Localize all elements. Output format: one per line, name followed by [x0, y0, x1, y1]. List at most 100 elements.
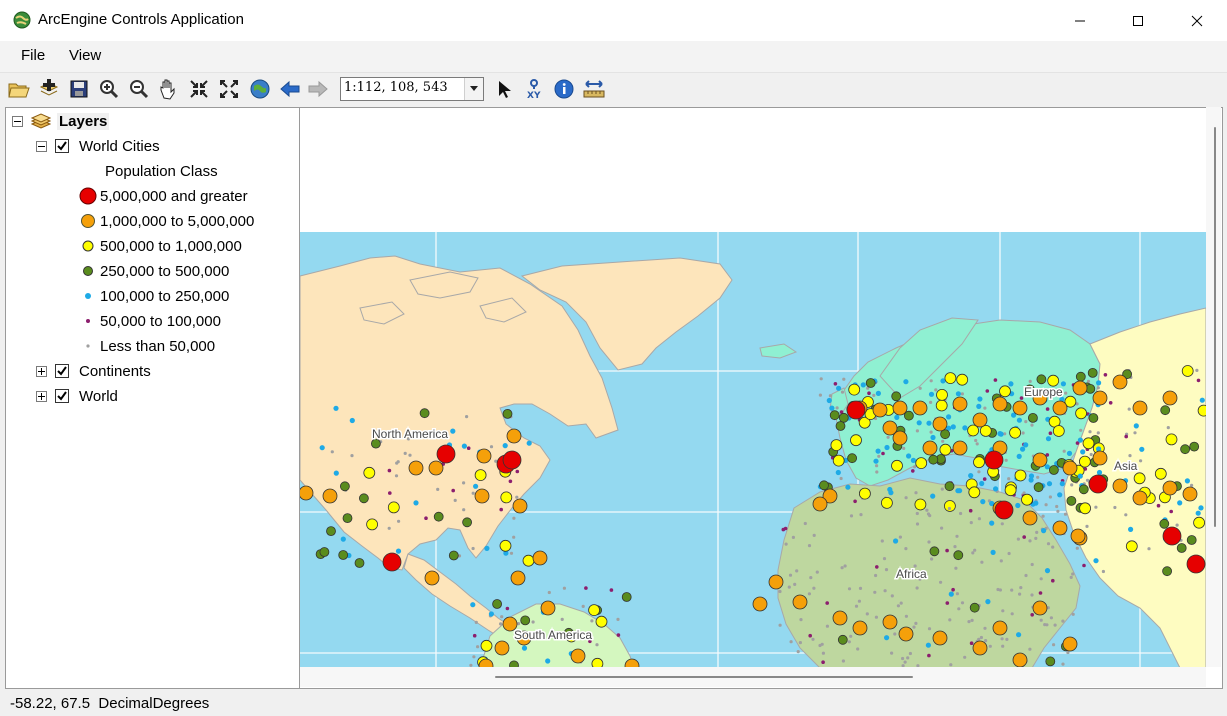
- city-point: [1088, 430, 1092, 434]
- toc-layer-world-cities[interactable]: World Cities: [36, 135, 160, 157]
- go-to-xy-button[interactable]: XY: [522, 77, 546, 101]
- continents-label: Continents: [79, 362, 151, 380]
- toc-layer-world[interactable]: World: [36, 385, 118, 407]
- city-point: [1147, 547, 1151, 551]
- toc-layer-continents[interactable]: Continents: [36, 360, 151, 382]
- city-point: [812, 496, 828, 512]
- city-point: [1052, 400, 1068, 416]
- city-point: [935, 399, 948, 412]
- scale-dropdown-button[interactable]: [464, 78, 483, 100]
- city-point: [990, 549, 996, 555]
- city-point: [842, 377, 846, 381]
- city-point: [875, 464, 879, 468]
- vertical-scroll-thumb[interactable]: [1214, 127, 1216, 527]
- city-point: [977, 637, 981, 641]
- measure-button[interactable]: [582, 77, 606, 101]
- legend-item: 50,000 to 100,000: [76, 310, 221, 332]
- city-point: [453, 498, 457, 502]
- city-point: [1028, 379, 1032, 383]
- legend-symbol-gray-dot: [76, 335, 100, 357]
- city-point: [510, 570, 526, 586]
- city-point: [609, 588, 614, 592]
- city-point: [915, 522, 920, 526]
- map-canvas[interactable]: North America Europe Asia Africa South A…: [300, 108, 1206, 668]
- city-point: [1075, 407, 1087, 420]
- city-point: [867, 391, 871, 396]
- city-point: [616, 617, 620, 621]
- city-point: [1093, 558, 1099, 564]
- city-point: [957, 607, 961, 611]
- add-data-button[interactable]: [37, 77, 61, 101]
- map-vertical-scrollbar[interactable]: [1206, 107, 1221, 667]
- city-point: [1041, 528, 1047, 534]
- city-point: [859, 513, 863, 517]
- fixed-zoom-in-button[interactable]: [187, 77, 211, 101]
- city-point: [1045, 623, 1049, 627]
- city-point: [462, 508, 466, 512]
- legend-label: 500,000 to 1,000,000: [100, 237, 242, 255]
- world-cities-checkbox[interactable]: [55, 139, 69, 153]
- save-button[interactable]: [67, 77, 91, 101]
- city-point: [914, 621, 918, 626]
- city-point: [531, 620, 535, 624]
- city-point: [994, 500, 1014, 520]
- map-horizontal-scrollbar[interactable]: [300, 667, 1206, 687]
- maximize-button[interactable]: [1109, 0, 1167, 41]
- fixed-zoom-out-button[interactable]: [217, 77, 241, 101]
- collapse-layers-toggle[interactable]: [12, 115, 23, 127]
- city-point: [954, 566, 958, 570]
- city-point: [788, 573, 793, 577]
- city-point: [910, 457, 917, 463]
- menu-file[interactable]: File: [21, 47, 45, 64]
- forward-button[interactable]: [306, 77, 330, 101]
- expand-continents-toggle[interactable]: [36, 365, 47, 377]
- collapse-world-cities-toggle[interactable]: [36, 140, 47, 152]
- city-point: [1045, 656, 1056, 667]
- expand-world-toggle[interactable]: [36, 390, 47, 402]
- city-point: [967, 620, 971, 624]
- city-point: [520, 615, 531, 626]
- back-button[interactable]: [278, 77, 302, 101]
- city-point: [494, 640, 510, 656]
- fixed-zoom-in-icon: [190, 80, 208, 98]
- menu-view[interactable]: View: [69, 47, 101, 64]
- identify-button[interactable]: [552, 77, 576, 101]
- continents-checkbox[interactable]: [55, 364, 69, 378]
- city-point: [621, 592, 632, 602]
- close-button[interactable]: [1168, 0, 1226, 41]
- city-point: [319, 445, 325, 451]
- city-point: [1016, 417, 1023, 423]
- horizontal-scroll-thumb[interactable]: [495, 676, 913, 678]
- open-button[interactable]: [7, 77, 31, 101]
- city-point: [1189, 441, 1200, 452]
- city-point: [540, 600, 556, 616]
- city-point: [875, 565, 879, 569]
- city-point: [983, 406, 987, 410]
- city-point: [560, 617, 564, 621]
- city-point: [1165, 433, 1178, 446]
- zoom-in-button[interactable]: [97, 77, 121, 101]
- city-point: [473, 483, 479, 489]
- city-point: [833, 382, 838, 386]
- zoom-out-button[interactable]: [127, 77, 151, 101]
- city-point: [796, 650, 800, 654]
- toc-root-layers[interactable]: Layers: [12, 110, 110, 132]
- city-point: [436, 487, 440, 491]
- full-extent-button[interactable]: [248, 77, 272, 101]
- city-point: [1092, 450, 1108, 466]
- city-point: [988, 644, 992, 648]
- world-checkbox[interactable]: [55, 389, 69, 403]
- city-point: [526, 440, 532, 446]
- city-point: [1048, 495, 1052, 499]
- city-point: [843, 564, 847, 568]
- city-point: [408, 460, 424, 476]
- scale-combobox[interactable]: 1:112, 108, 543: [340, 77, 484, 101]
- minimize-button[interactable]: [1051, 0, 1109, 41]
- city-point: [795, 569, 799, 573]
- select-button[interactable]: [492, 77, 516, 101]
- city-point: [1030, 593, 1034, 597]
- map-control[interactable]: North America Europe Asia Africa South A…: [299, 107, 1223, 689]
- city-point: [1008, 381, 1014, 387]
- city-point: [1162, 566, 1172, 577]
- pan-button[interactable]: [157, 77, 181, 101]
